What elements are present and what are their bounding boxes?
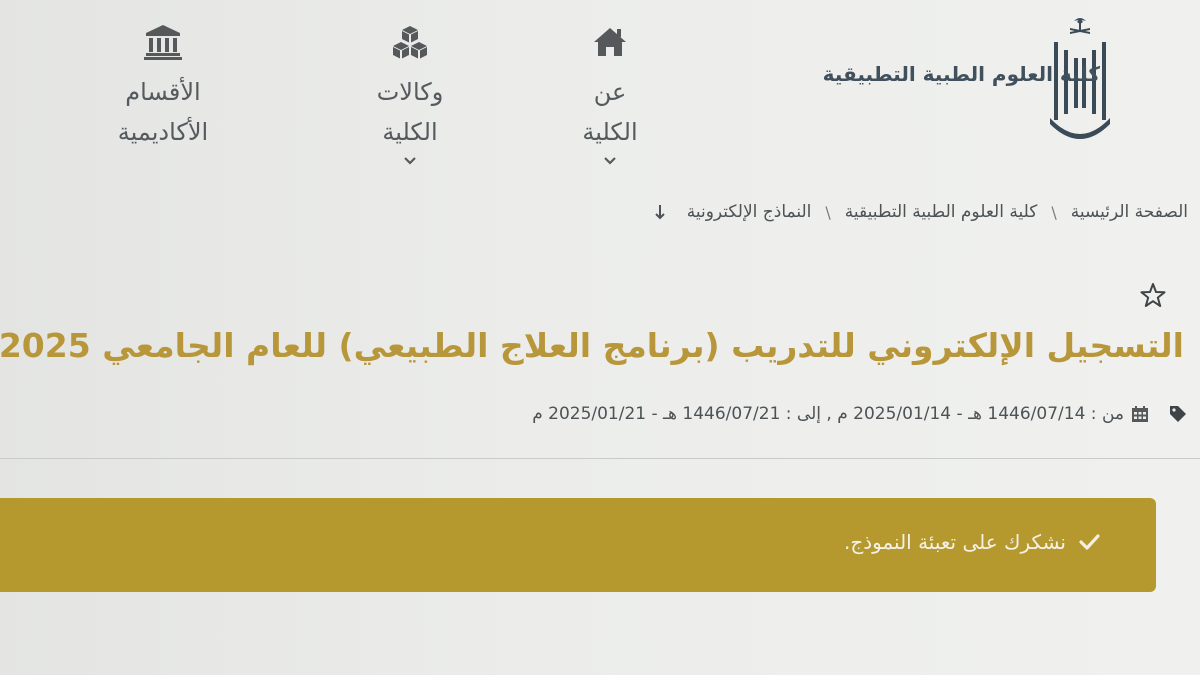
cubes-icon xyxy=(393,26,427,59)
breadcrumb-college[interactable]: كلية العلوم الطبية التطبيقية xyxy=(845,202,1038,222)
page: كلية العلوم الطبية التطبيقية عن الكلية و… xyxy=(0,0,1200,675)
star-icon[interactable] xyxy=(1140,282,1166,308)
home-icon xyxy=(594,28,626,56)
breadcrumb-separator: \ xyxy=(1051,202,1057,222)
alert-message: نشكرك على تعبئة النموذج. xyxy=(843,530,1066,554)
date-range-text: من : 1446/07/14 هـ - 2025/01/14 م , إلى … xyxy=(532,404,1124,424)
alert-content: نشكرك على تعبئة النموذج. xyxy=(844,530,1100,554)
breadcrumb-home[interactable]: الصفحة الرئيسية xyxy=(1071,202,1188,222)
chevron-down-icon xyxy=(404,157,416,165)
calendar-icon xyxy=(1132,406,1148,422)
breadcrumb-forms[interactable]: النماذج الإلكترونية xyxy=(687,202,812,222)
check-icon xyxy=(1079,534,1100,550)
tag-icon xyxy=(1170,406,1186,422)
nav-item-agencies[interactable]: وكالات الكلية xyxy=(355,22,465,168)
nav-label-about: عن الكلية xyxy=(582,78,638,146)
breadcrumb: الصفحة الرئيسية \ كلية العلوم الطبية الت… xyxy=(653,202,1188,222)
date-range: من : 1446/07/14 هـ - 2025/01/14 م , إلى … xyxy=(532,404,1188,424)
site-title[interactable]: كلية العلوم الطبية التطبيقية xyxy=(823,62,1100,86)
nav-item-departments[interactable]: الأقسام الأكاديمية xyxy=(78,22,248,152)
success-alert: نشكرك على تعبئة النموذج. xyxy=(0,498,1156,592)
divider xyxy=(0,458,1200,459)
nav-label-agencies: وكالات الكلية xyxy=(376,78,444,146)
nav-item-about[interactable]: عن الكلية xyxy=(555,22,665,168)
breadcrumb-separator: \ xyxy=(825,202,831,222)
arrow-down-icon xyxy=(655,205,665,220)
chevron-down-icon xyxy=(604,157,616,165)
institution-icon xyxy=(144,25,182,60)
page-title: التسجيل الإلكتروني للتدريب (برنامج العلا… xyxy=(0,326,1184,365)
nav-label-departments: الأقسام الأكاديمية xyxy=(117,78,209,146)
